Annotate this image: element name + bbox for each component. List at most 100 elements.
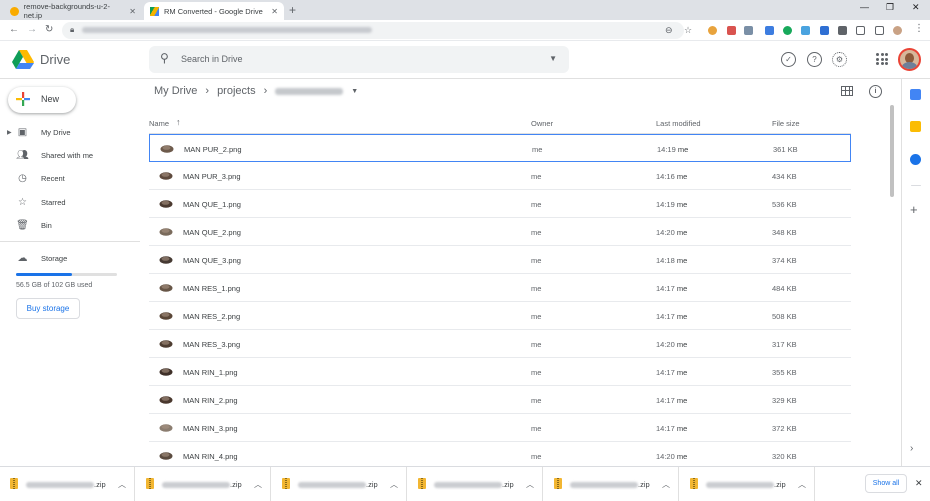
table-row[interactable]: MAN RES_3.png me 14:20 me 317 KB bbox=[149, 330, 851, 358]
breadcrumb-projects[interactable]: projects bbox=[217, 85, 256, 97]
address-bar[interactable]: 🔒︎ ⊖ ☆ bbox=[62, 22, 692, 39]
close-download-bar-icon[interactable]: ✕ bbox=[915, 478, 923, 489]
file-name[interactable]: MAN RES_2.png bbox=[183, 312, 240, 321]
extension-icon[interactable] bbox=[727, 26, 736, 35]
file-name[interactable]: MAN RES_3.png bbox=[183, 340, 240, 349]
close-tab-icon[interactable]: ✕ bbox=[271, 7, 278, 16]
table-row[interactable]: MAN QUE_3.png me 14:18 me 374 KB bbox=[149, 246, 851, 274]
download-item[interactable]: .zip ︿ bbox=[272, 467, 407, 501]
column-name[interactable]: Name bbox=[149, 119, 169, 128]
breadcrumb-current-folder-blurred[interactable] bbox=[275, 87, 344, 95]
table-row[interactable]: MAN PUR_2.png me 14:19 me 361 KB bbox=[149, 134, 851, 162]
folder-menu-caret-icon[interactable]: ▼ bbox=[351, 88, 358, 95]
extensions-puzzle-icon[interactable] bbox=[838, 26, 847, 35]
file-name[interactable]: MAN RIN_2.png bbox=[183, 396, 238, 405]
table-row[interactable]: MAN PUR_3.png me 14:16 me 434 KB bbox=[149, 162, 851, 190]
download-item[interactable]: .zip ︿ bbox=[136, 467, 271, 501]
scrollbar-thumb[interactable] bbox=[890, 105, 894, 197]
keep-icon[interactable] bbox=[910, 121, 921, 132]
file-name[interactable]: MAN PUR_3.png bbox=[183, 172, 241, 181]
show-all-button[interactable]: Show all bbox=[865, 474, 907, 493]
profile-avatar-icon[interactable] bbox=[893, 26, 902, 35]
download-item[interactable]: .zip ︿ bbox=[544, 467, 679, 501]
settings-gear-icon[interactable]: ⚙ bbox=[832, 52, 847, 67]
extension-icon[interactable] bbox=[765, 26, 774, 35]
offline-status-icon[interactable]: ✓ bbox=[781, 52, 796, 67]
table-row[interactable]: MAN RIN_2.png me 14:17 me 329 KB bbox=[149, 386, 851, 414]
extension-icon[interactable] bbox=[801, 26, 810, 35]
column-file-size[interactable]: File size bbox=[772, 119, 800, 128]
browser-tab-active[interactable]: RM Converted - Google Drive ✕ bbox=[144, 2, 284, 20]
bookmark-star-icon[interactable]: ☆ bbox=[684, 25, 692, 36]
chrome-menu-icon[interactable]: ⋮ bbox=[914, 23, 924, 34]
search-icon[interactable]: ⚲ bbox=[160, 51, 169, 65]
sort-arrow-up-icon[interactable]: ↑ bbox=[176, 117, 181, 127]
sidebar-item-my-drive[interactable]: ▶ ▣ My Drive bbox=[0, 123, 140, 141]
table-row[interactable]: MAN QUE_2.png me 14:20 me 348 KB bbox=[149, 218, 851, 246]
download-item[interactable]: .zip ︿ bbox=[408, 467, 543, 501]
sidebar-item-starred[interactable]: ☆ Starred bbox=[0, 193, 140, 211]
lens-icon[interactable]: ⊖ bbox=[665, 25, 673, 36]
file-name[interactable]: MAN RIN_3.png bbox=[183, 424, 238, 433]
file-name[interactable]: MAN PUR_2.png bbox=[184, 145, 242, 154]
close-window-icon[interactable]: ✕ bbox=[912, 2, 920, 13]
help-icon[interactable]: ? bbox=[807, 52, 822, 67]
download-options-caret-icon[interactable]: ︿ bbox=[254, 479, 262, 490]
table-row[interactable]: MAN RIN_3.png me 14:17 me 372 KB bbox=[149, 414, 851, 442]
extension-icon[interactable] bbox=[744, 26, 753, 35]
info-icon[interactable]: i bbox=[869, 85, 882, 98]
download-options-caret-icon[interactable]: ︿ bbox=[662, 479, 670, 490]
download-options-caret-icon[interactable]: ︿ bbox=[390, 479, 398, 490]
new-tab-icon[interactable]: + bbox=[289, 3, 296, 17]
get-addons-icon[interactable]: + bbox=[910, 202, 921, 217]
extension-cookie-icon[interactable] bbox=[708, 26, 717, 35]
download-options-caret-icon[interactable]: ︿ bbox=[118, 479, 126, 490]
file-name[interactable]: MAN RES_1.png bbox=[183, 284, 240, 293]
account-avatar[interactable] bbox=[898, 48, 921, 71]
download-item[interactable]: .zip ︿ bbox=[0, 467, 135, 501]
table-row[interactable]: MAN RES_2.png me 14:17 me 508 KB bbox=[149, 302, 851, 330]
expand-arrow-icon[interactable]: ▶ bbox=[7, 129, 12, 136]
minimize-icon[interactable]: — bbox=[860, 2, 869, 12]
download-options-caret-icon[interactable]: ︿ bbox=[798, 479, 806, 490]
buy-storage-button[interactable]: Buy storage bbox=[16, 298, 80, 319]
grid-view-icon[interactable] bbox=[841, 86, 853, 96]
file-name[interactable]: MAN QUE_1.png bbox=[183, 200, 241, 209]
forward-icon[interactable]: → bbox=[27, 24, 37, 35]
reload-icon[interactable]: ↻ bbox=[45, 24, 53, 35]
media-icon[interactable] bbox=[875, 26, 884, 35]
collapse-panel-icon[interactable]: › bbox=[910, 443, 921, 454]
calendar-icon[interactable] bbox=[910, 89, 921, 100]
file-name[interactable]: MAN QUE_2.png bbox=[183, 228, 241, 237]
cast-icon[interactable] bbox=[856, 26, 865, 35]
file-name[interactable]: MAN QUE_3.png bbox=[183, 256, 241, 265]
table-row[interactable]: MAN RES_1.png me 14:17 me 484 KB bbox=[149, 274, 851, 302]
close-tab-icon[interactable]: ✕ bbox=[129, 7, 136, 16]
column-last-modified[interactable]: Last modified bbox=[656, 119, 701, 128]
search-input[interactable]: ⚲ Search in Drive ▼ bbox=[149, 46, 569, 73]
tasks-icon[interactable] bbox=[910, 154, 921, 165]
sidebar-item-recent[interactable]: ◷ Recent bbox=[0, 169, 140, 187]
download-item[interactable]: .zip ︿ bbox=[680, 467, 815, 501]
extension-icon[interactable] bbox=[820, 26, 829, 35]
back-icon[interactable]: ← bbox=[9, 24, 19, 35]
sidebar-item-bin[interactable]: 🗑︎ Bin bbox=[0, 216, 140, 234]
new-button[interactable]: New bbox=[8, 87, 76, 113]
download-options-caret-icon[interactable]: ︿ bbox=[526, 479, 534, 490]
google-apps-icon[interactable] bbox=[876, 53, 888, 65]
file-name[interactable]: MAN RIN_1.png bbox=[183, 368, 238, 377]
maximize-icon[interactable]: ❐ bbox=[886, 2, 894, 13]
side-panel: + › bbox=[901, 79, 930, 466]
file-name[interactable]: MAN RIN_4.png bbox=[183, 452, 238, 461]
table-row[interactable]: MAN QUE_1.png me 14:19 me 536 KB bbox=[149, 190, 851, 218]
drive-logo-icon[interactable] bbox=[12, 50, 34, 69]
sidebar-item-storage[interactable]: ☁ Storage bbox=[0, 249, 140, 267]
zip-file-icon bbox=[690, 478, 698, 489]
table-row[interactable]: MAN RIN_1.png me 14:17 me 355 KB bbox=[149, 358, 851, 386]
search-options-icon[interactable]: ▼ bbox=[549, 54, 557, 63]
sidebar-item-shared[interactable]: 👥︎ Shared with me bbox=[0, 146, 140, 164]
browser-tab[interactable]: remove-backgrounds-u-2-net.ip ✕ bbox=[4, 2, 142, 20]
drive-brand[interactable]: Drive bbox=[40, 52, 70, 67]
breadcrumb-my-drive[interactable]: My Drive bbox=[154, 85, 197, 97]
extension-icon[interactable] bbox=[783, 26, 792, 35]
